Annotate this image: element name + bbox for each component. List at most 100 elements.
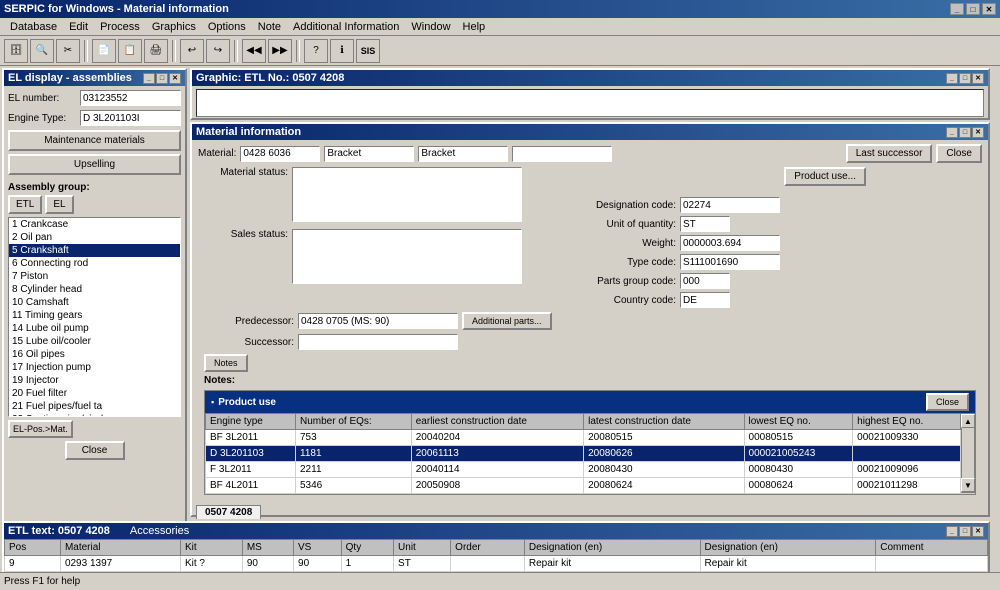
graphic-min[interactable]: _: [946, 73, 958, 84]
etl-col-qty: Qty: [341, 540, 393, 556]
material-status-textarea[interactable]: [292, 167, 522, 222]
product-use-scrollbar[interactable]: ▲ ▼: [961, 413, 975, 493]
material-code-input[interactable]: [240, 146, 320, 162]
toolbar-btn-1[interactable]: 🗄: [4, 39, 28, 63]
tab-0507[interactable]: 0507 4208: [196, 505, 261, 519]
material-close-btn[interactable]: Close: [936, 144, 982, 163]
toolbar-btn-2[interactable]: 🔍: [30, 39, 54, 63]
menu-process[interactable]: Process: [94, 21, 146, 33]
graphic-max[interactable]: □: [959, 73, 971, 84]
parts-group-input[interactable]: [680, 273, 730, 289]
assembly-item-11[interactable]: 11 Timing gears: [9, 309, 180, 322]
toolbar-btn-8[interactable]: ↪: [206, 39, 230, 63]
table-row[interactable]: BF 3L20117532004020420080515000805150002…: [206, 430, 961, 446]
scroll-down[interactable]: ▼: [961, 478, 975, 492]
menu-graphics[interactable]: Graphics: [146, 21, 202, 33]
maximize-btn[interactable]: □: [966, 3, 980, 15]
el-number-input[interactable]: [80, 90, 181, 106]
title-bar: SERPIC for Windows - Material informatio…: [0, 0, 1000, 18]
etl-close[interactable]: ✕: [972, 526, 984, 537]
assembly-item-8[interactable]: 8 Cylinder head: [9, 283, 180, 296]
toolbar-btn-sis[interactable]: SIS: [356, 39, 380, 63]
desig-code-input[interactable]: [680, 197, 780, 213]
graphic-window: Graphic: ETL No.: 0507 4208 _ □ ✕: [190, 68, 990, 120]
assembly-item-17[interactable]: 17 Injection pump: [9, 361, 180, 374]
table-row[interactable]: F 3L201122112004011420080430000804300002…: [206, 462, 961, 478]
toolbar-btn-nav-left[interactable]: ◀◀: [242, 39, 266, 63]
toolbar-btn-7[interactable]: ↩: [180, 39, 204, 63]
material-extra-input[interactable]: [512, 146, 612, 162]
material-name2-input[interactable]: [418, 146, 508, 162]
material-close-x[interactable]: ✕: [972, 127, 984, 138]
material-name1-input[interactable]: [324, 146, 414, 162]
assembly-item-22[interactable]: 22 Suction pipe/air d: [9, 413, 180, 417]
assembly-item-10[interactable]: 10 Camshaft: [9, 296, 180, 309]
table-row[interactable]: 90293 1397Kit ?90901STRepair kitRepair k…: [5, 556, 988, 572]
predecessor-input[interactable]: [298, 313, 458, 329]
etl-min[interactable]: _: [946, 526, 958, 537]
product-use-btn[interactable]: Product use...: [784, 167, 866, 186]
assembly-item-2[interactable]: 2 Oil pan: [9, 231, 180, 244]
etl-text-title: ETL text: 0507 4208 Accessories _ □ ✕: [4, 523, 988, 539]
upselling-btn[interactable]: Upselling: [8, 154, 181, 175]
etl-col-desig2: Designation (en): [700, 540, 876, 556]
el-display-min[interactable]: _: [143, 73, 155, 84]
assembly-item-7[interactable]: 7 Piston: [9, 270, 180, 283]
menu-edit[interactable]: Edit: [63, 21, 94, 33]
toolbar-btn-3[interactable]: ✂: [56, 39, 80, 63]
table-row[interactable]: D 3L201103118120061113200806260000210052…: [206, 446, 961, 462]
type-code-input[interactable]: [680, 254, 780, 270]
unit-qty-input[interactable]: [680, 216, 730, 232]
toolbar-btn-5[interactable]: 📋: [118, 39, 142, 63]
engine-type-input[interactable]: [80, 110, 181, 126]
etl-btn[interactable]: ETL: [8, 195, 42, 214]
el-pos-btn[interactable]: EL-Pos.>Mat.: [8, 420, 73, 438]
weight-input[interactable]: [680, 235, 780, 251]
assembly-item-5[interactable]: 5 Crankshaft: [9, 244, 180, 257]
menu-additional-info[interactable]: Additional Information: [287, 21, 405, 33]
assembly-item-20[interactable]: 20 Fuel filter: [9, 387, 180, 400]
toolbar-btn-help[interactable]: ?: [304, 39, 328, 63]
menu-window[interactable]: Window: [405, 21, 456, 33]
assembly-item-16[interactable]: 16 Oil pipes: [9, 348, 180, 361]
assembly-item-6[interactable]: 6 Connecting rod: [9, 257, 180, 270]
el-close-btn[interactable]: Close: [65, 441, 125, 460]
toolbar-btn-4[interactable]: 📄: [92, 39, 116, 63]
material-max[interactable]: □: [959, 127, 971, 138]
toolbar-btn-nav-right[interactable]: ▶▶: [268, 39, 292, 63]
successor-input[interactable]: [298, 334, 458, 350]
el-display-close[interactable]: ✕: [169, 73, 181, 84]
scroll-up[interactable]: ▲: [961, 414, 975, 428]
menu-options[interactable]: Options: [202, 21, 252, 33]
close-btn[interactable]: ✕: [982, 3, 996, 15]
assembly-item-1[interactable]: 1 Crankcase: [9, 218, 180, 231]
el-display-max[interactable]: □: [156, 73, 168, 84]
title-bar-buttons: _ □ ✕: [950, 3, 996, 15]
notes-btn[interactable]: Notes: [204, 354, 248, 372]
material-min[interactable]: _: [946, 127, 958, 138]
assembly-item-15[interactable]: 15 Lube oil/cooler: [9, 335, 180, 348]
menu-note[interactable]: Note: [252, 21, 287, 33]
menu-help[interactable]: Help: [457, 21, 492, 33]
el-btn[interactable]: EL: [45, 195, 73, 214]
graphic-title: Graphic: ETL No.: 0507 4208 _ □ ✕: [192, 70, 988, 86]
material-tab-bar: 0507 4208: [192, 503, 988, 519]
table-row[interactable]: BF 4L20115346200509082008062400080624000…: [206, 478, 961, 494]
product-use-close-btn[interactable]: Close: [926, 393, 969, 411]
toolbar-btn-6[interactable]: 🖨: [144, 39, 168, 63]
graphic-close[interactable]: ✕: [972, 73, 984, 84]
last-successor-btn[interactable]: Last successor: [846, 144, 933, 163]
country-code-input[interactable]: [680, 292, 730, 308]
additional-parts-btn[interactable]: Additional parts...: [462, 312, 552, 330]
etl-col-kit: Kit: [180, 540, 242, 556]
toolbar-btn-info[interactable]: ℹ: [330, 39, 354, 63]
menu-database[interactable]: Database: [4, 21, 63, 33]
sales-status-textarea[interactable]: [292, 229, 522, 284]
status-text: Press F1 for help: [4, 576, 80, 587]
minimize-btn[interactable]: _: [950, 3, 964, 15]
etl-max[interactable]: □: [959, 526, 971, 537]
assembly-item-19[interactable]: 19 Injector: [9, 374, 180, 387]
assembly-item-21[interactable]: 21 Fuel pipes/fuel ta: [9, 400, 180, 413]
maintenance-btn[interactable]: Maintenance materials: [8, 130, 181, 151]
assembly-item-14[interactable]: 14 Lube oil pump: [9, 322, 180, 335]
